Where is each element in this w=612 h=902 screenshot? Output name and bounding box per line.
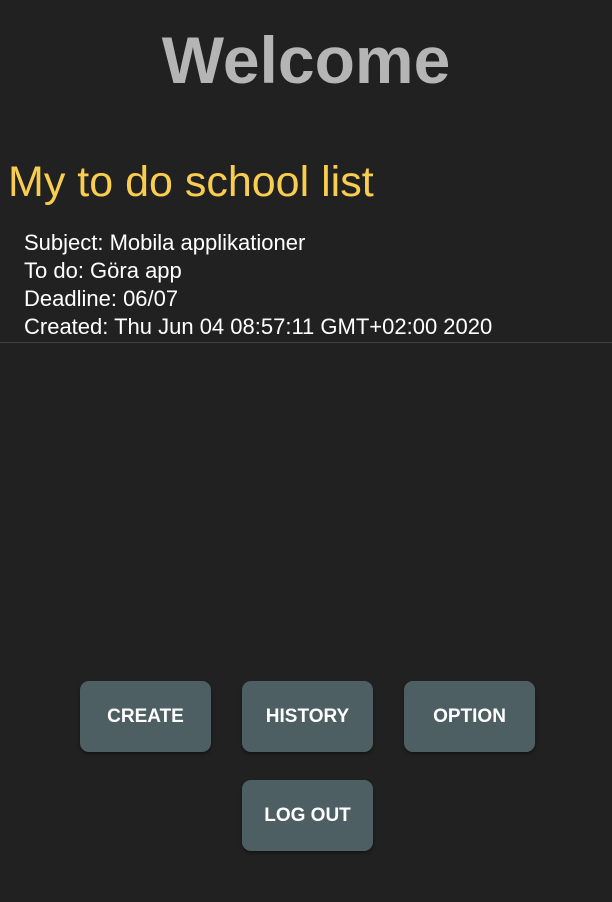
todo-task: To do: Göra app xyxy=(24,258,182,283)
main-screen: Welcome My to do school list Subject: Mo… xyxy=(0,0,612,902)
logout-button[interactable]: LOG OUT xyxy=(242,780,373,851)
welcome-heading: Welcome xyxy=(161,23,451,97)
todo-subject: Subject: Mobila applikationer xyxy=(24,230,306,255)
todo-deadline: Deadline: 06/07 xyxy=(24,286,179,311)
list-title: My to do school list xyxy=(8,158,374,206)
list-item[interactable]: Subject: Mobila applikationer To do: Gör… xyxy=(0,229,612,343)
history-button[interactable]: HISTORY xyxy=(242,681,373,752)
todo-created: Created: Thu Jun 04 08:57:11 GMT+02:00 2… xyxy=(24,314,493,339)
create-button[interactable]: CREATE xyxy=(80,681,211,752)
option-button[interactable]: OPTION xyxy=(404,681,535,752)
